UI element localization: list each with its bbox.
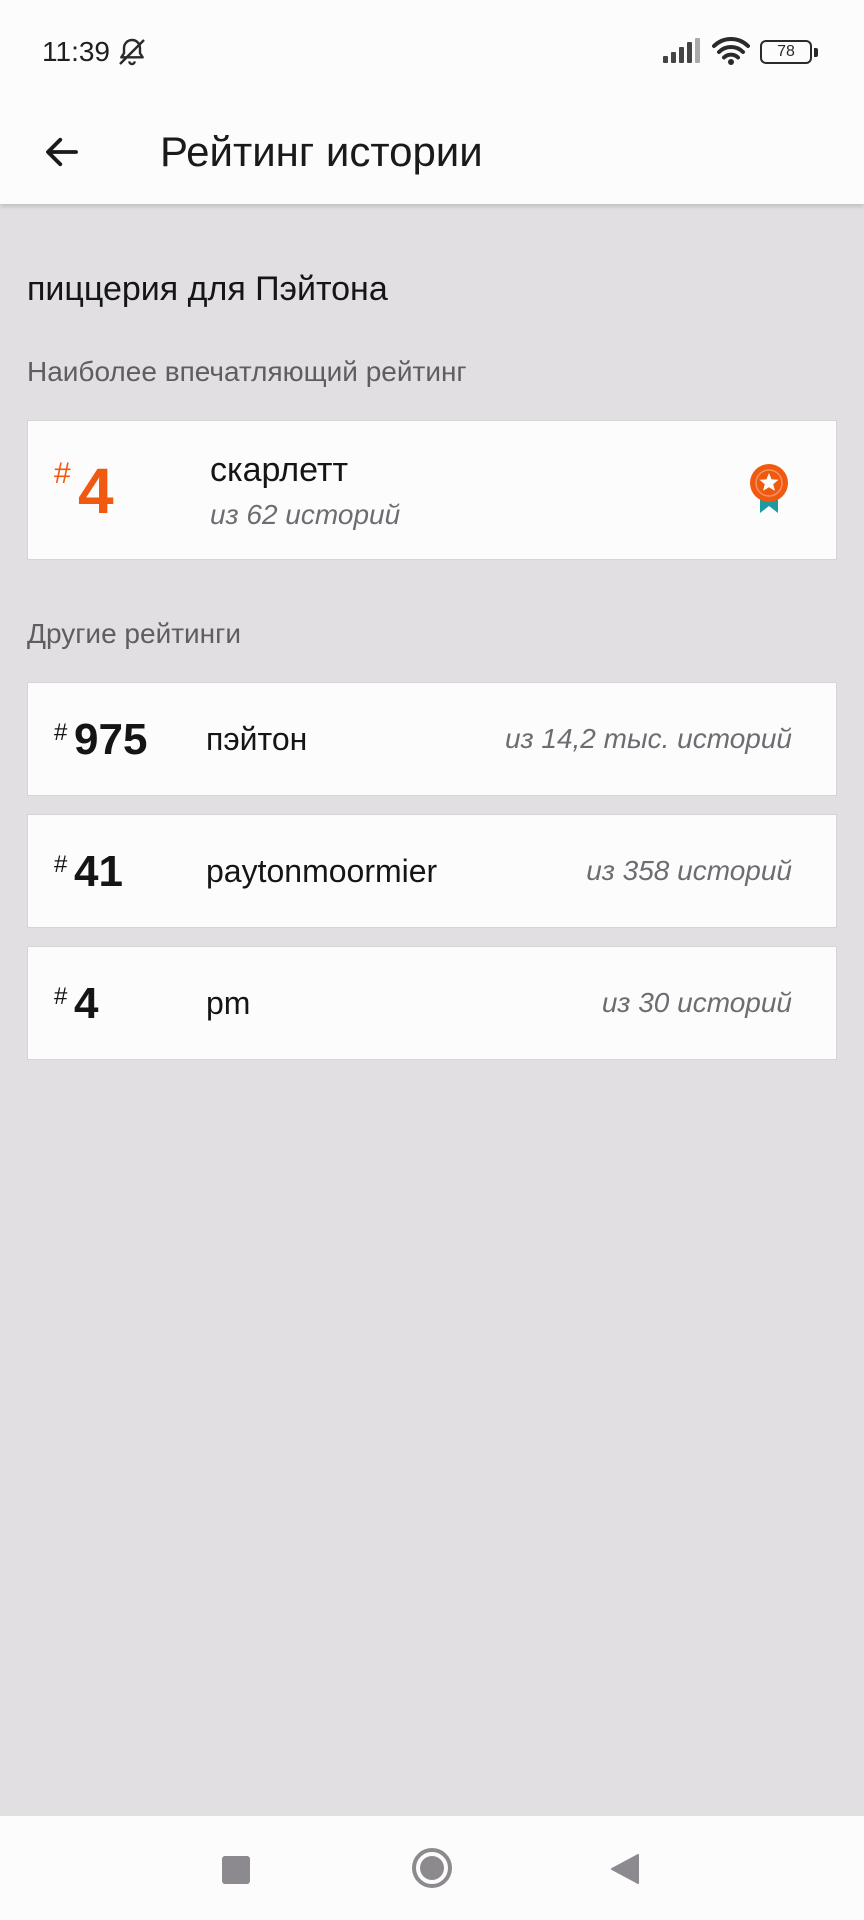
others-section-label: Другие рейтинги xyxy=(27,618,241,649)
rank-hash: # xyxy=(54,851,68,878)
rank-tag: пэйтон xyxy=(206,721,308,757)
rank-tag: pm xyxy=(206,985,251,1021)
rank-subtitle: из 30 историй xyxy=(601,987,792,1018)
battery-icon: 78 xyxy=(760,40,818,64)
award-ribbon-icon xyxy=(748,463,790,520)
ranking-row[interactable]: # 4 pm из 30 историй xyxy=(27,946,837,1060)
wifi-icon xyxy=(712,36,750,71)
rank-tag: paytonmoormier xyxy=(206,853,438,889)
rank-number: 975 xyxy=(74,715,148,764)
rank-number: 41 xyxy=(74,847,123,896)
page-title: Рейтинг истории xyxy=(160,128,483,175)
arrow-left-icon xyxy=(46,137,78,167)
recents-square-icon[interactable] xyxy=(222,1856,250,1884)
featured-ranking-card[interactable]: # 4 скарлетт из 62 историй xyxy=(27,420,837,560)
rank-hash: # xyxy=(54,457,71,490)
rank-hash: # xyxy=(54,983,68,1010)
rank-number: 4 xyxy=(74,979,99,1028)
rank-number: 4 xyxy=(78,455,114,527)
featured-section-label: Наиболее впечатляющий рейтинг xyxy=(27,356,467,387)
home-circle-icon[interactable] xyxy=(410,1846,454,1895)
system-nav-bar xyxy=(0,1816,864,1920)
rank-tag: скарлетт xyxy=(210,451,349,489)
status-bar: 11:39 78 xyxy=(0,0,864,100)
back-button[interactable] xyxy=(30,120,94,184)
app-bar: Рейтинг истории xyxy=(0,100,864,204)
battery-tip xyxy=(814,48,818,57)
signal-icon xyxy=(662,38,702,69)
rank-hash: # xyxy=(54,719,68,746)
status-time: 11:39 xyxy=(42,36,110,67)
rank-subtitle: из 358 историй xyxy=(586,855,792,886)
bell-off-icon xyxy=(116,36,148,73)
battery-level: 78 xyxy=(760,40,812,64)
ranking-row[interactable]: # 41 paytonmoormier из 358 историй xyxy=(27,814,837,928)
back-triangle-icon[interactable] xyxy=(608,1852,642,1891)
rank-subtitle: из 62 историй xyxy=(210,499,401,530)
ranking-row[interactable]: # 975 пэйтон из 14,2 тыс. историй xyxy=(27,682,837,796)
story-title: пиццерия для Пэйтона xyxy=(27,270,388,308)
rank-subtitle: из 14,2 тыс. историй xyxy=(505,723,792,754)
